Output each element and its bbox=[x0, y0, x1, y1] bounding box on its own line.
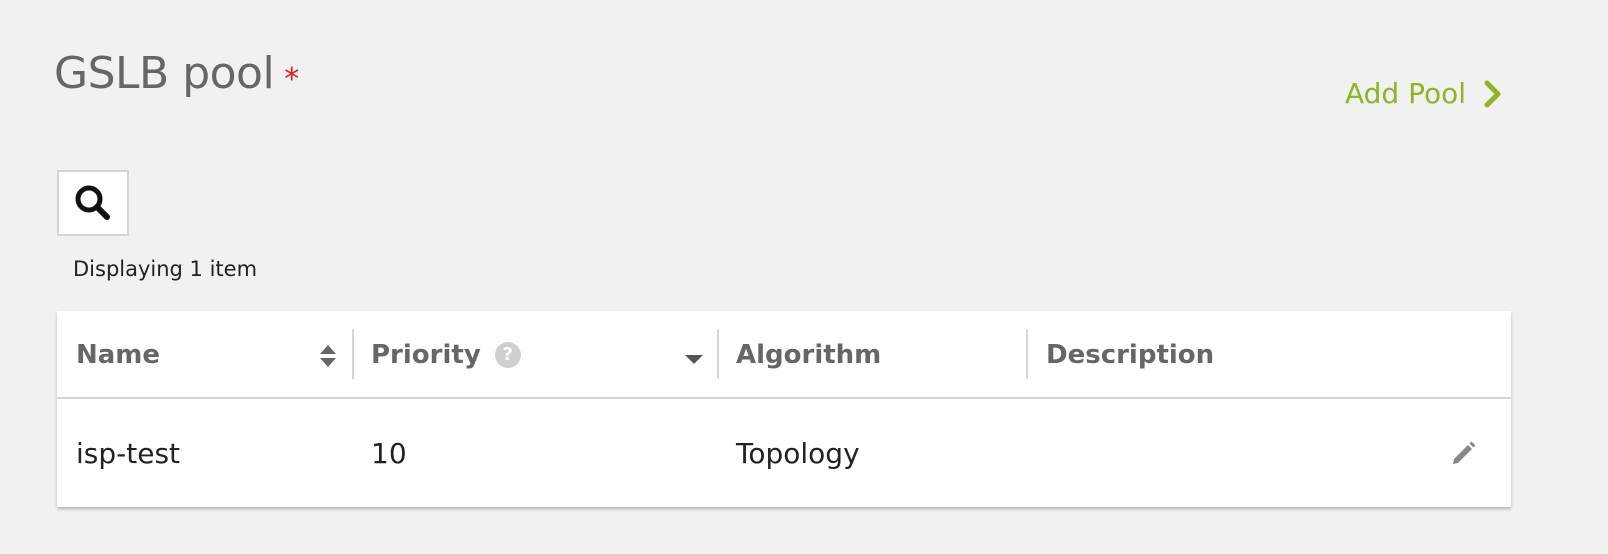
column-header-algorithm[interactable]: Algorithm bbox=[736, 311, 1026, 399]
gslb-pool-table: Name Priority ? Algorithm Description is… bbox=[57, 311, 1511, 507]
item-count: Displaying 1 item bbox=[73, 257, 258, 281]
column-header-priority[interactable]: Priority ? bbox=[371, 311, 711, 399]
table-header: Name Priority ? Algorithm Description bbox=[57, 311, 1511, 399]
column-header-description[interactable]: Description bbox=[1046, 311, 1446, 399]
edit-button[interactable] bbox=[1449, 399, 1479, 507]
column-divider[interactable] bbox=[717, 329, 719, 379]
chevron-right-icon bbox=[1484, 80, 1501, 108]
help-icon[interactable]: ? bbox=[494, 342, 521, 368]
add-pool-label: Add Pool bbox=[1344, 77, 1466, 110]
column-divider[interactable] bbox=[352, 329, 354, 379]
column-header-label: Priority bbox=[371, 340, 481, 370]
sort-desc-icon bbox=[685, 355, 703, 364]
sort-icon bbox=[320, 345, 336, 367]
cell-priority: 10 bbox=[371, 436, 407, 470]
pencil-icon bbox=[1453, 441, 1476, 464]
search-button[interactable] bbox=[57, 170, 129, 236]
page-title-text: GSLB pool bbox=[54, 48, 275, 99]
cell-name: isp-test bbox=[76, 436, 181, 470]
page-title: GSLB pool * bbox=[54, 44, 299, 104]
column-header-label: Description bbox=[1046, 340, 1215, 370]
required-asterisk: * bbox=[284, 62, 299, 97]
add-pool-button[interactable]: Add Pool bbox=[1345, 74, 1504, 114]
column-header-name[interactable]: Name bbox=[76, 311, 338, 399]
column-divider[interactable] bbox=[1026, 329, 1028, 379]
column-header-label: Name bbox=[76, 340, 161, 370]
search-icon bbox=[75, 185, 110, 220]
column-header-label: Algorithm bbox=[736, 340, 882, 370]
cell-algorithm: Topology bbox=[736, 436, 860, 470]
